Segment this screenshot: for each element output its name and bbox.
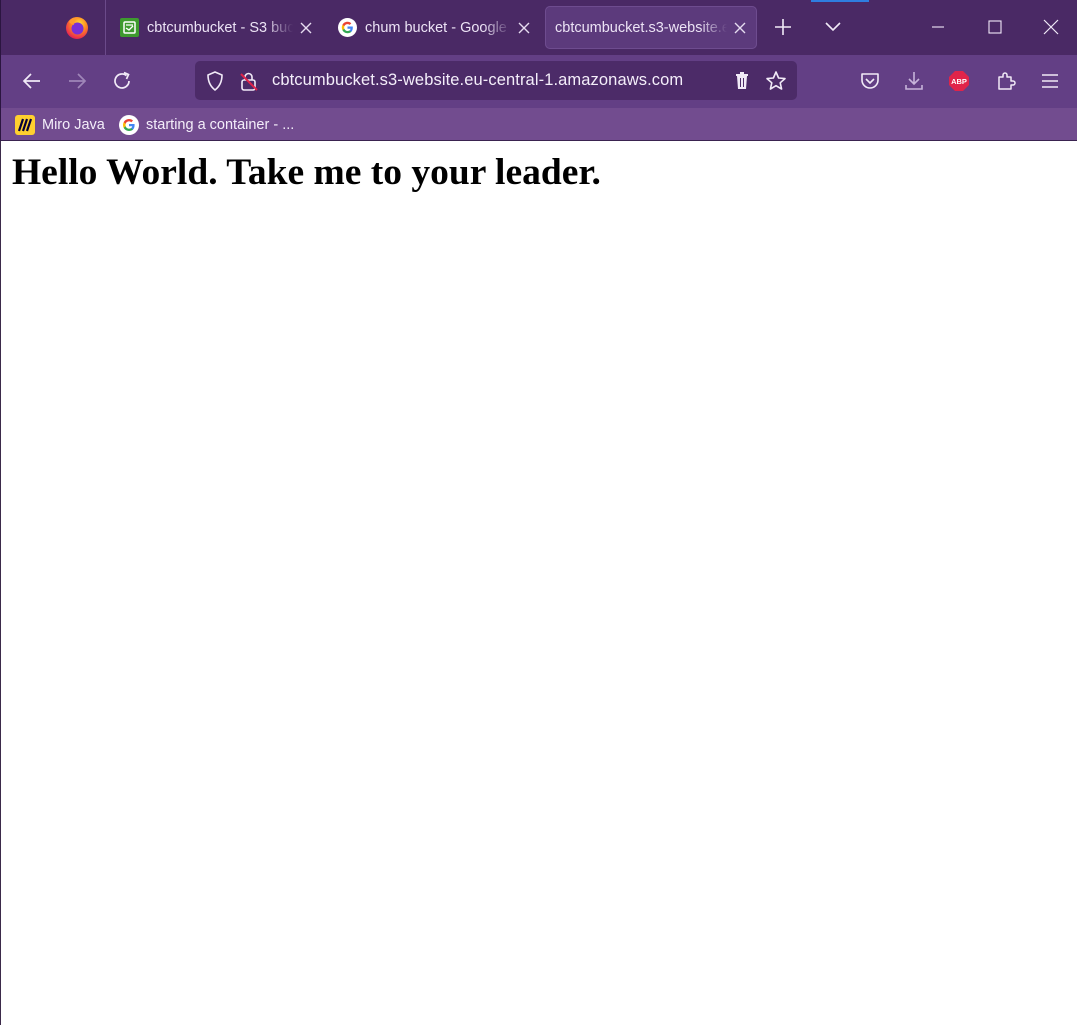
trash-icon[interactable] (733, 71, 751, 91)
bookmark-miro-java[interactable]: Miro Java (15, 114, 105, 136)
pocket-icon[interactable] (859, 70, 881, 92)
close-window-icon[interactable] (1041, 17, 1061, 37)
close-tab-icon[interactable] (733, 21, 747, 35)
download-icon[interactable] (903, 70, 925, 92)
bookmark-label: Miro Java (42, 117, 105, 133)
extensions-puzzle-icon[interactable] (995, 70, 1017, 92)
bookmark-label: starting a container - ... (146, 117, 295, 133)
tab-strip: cbtcumbucket - S3 bucket chum bucket - G… (0, 0, 1077, 55)
google-icon (119, 115, 139, 135)
tab-separator (105, 0, 106, 55)
miro-icon (15, 115, 35, 135)
tab-title: cbtcumbucket - S3 bucket (147, 19, 293, 36)
close-tab-icon[interactable] (517, 21, 531, 35)
tracking-protection-shield-icon[interactable] (205, 70, 225, 92)
maximize-icon[interactable] (985, 17, 1005, 37)
new-tab-plus-icon[interactable] (773, 17, 793, 37)
firefox-menu-icon[interactable] (63, 13, 91, 41)
address-bar[interactable]: cbtcumbucket.s3-website.eu-central-1.ama… (195, 61, 797, 100)
s3-bucket-icon (120, 18, 139, 37)
adblock-plus-icon[interactable]: ABP (948, 70, 970, 92)
tab-title: cbtcumbucket.s3-website.eu-central-1.ama… (555, 19, 727, 36)
page-heading: Hello World. Take me to your leader. (12, 152, 601, 193)
url-text: cbtcumbucket.s3-website.eu-central-1.ama… (272, 71, 684, 89)
tab-active-s3-website[interactable]: cbtcumbucket.s3-website.eu-central-1.ama… (545, 6, 757, 49)
insecure-lock-icon[interactable] (238, 70, 260, 92)
close-tab-icon[interactable] (299, 21, 313, 35)
tab-accent-line (811, 0, 869, 2)
abp-label: ABP (951, 77, 967, 86)
bookmark-starting-a-container[interactable]: starting a container - ... (119, 114, 294, 136)
forward-arrow-icon[interactable] (66, 70, 88, 92)
bookmark-star-icon[interactable] (765, 70, 787, 92)
hamburger-menu-icon[interactable] (1039, 70, 1061, 92)
back-arrow-icon[interactable] (21, 70, 43, 92)
bookmarks-toolbar: Miro Java starting a container - ... (0, 108, 1077, 141)
list-all-tabs-chevron-icon[interactable] (824, 19, 842, 35)
minimize-icon[interactable] (928, 17, 948, 37)
google-icon (338, 18, 357, 37)
tab-google-search[interactable]: chum bucket - Google Search (338, 6, 534, 49)
page-content: Hello World. Take me to your leader. (0, 141, 1077, 1025)
tab-title: chum bucket - Google Search (365, 19, 511, 36)
tab-s3-bucket[interactable]: cbtcumbucket - S3 bucket (120, 6, 316, 49)
navigation-toolbar: cbtcumbucket.s3-website.eu-central-1.ama… (0, 55, 1077, 108)
reload-icon[interactable] (111, 70, 133, 92)
